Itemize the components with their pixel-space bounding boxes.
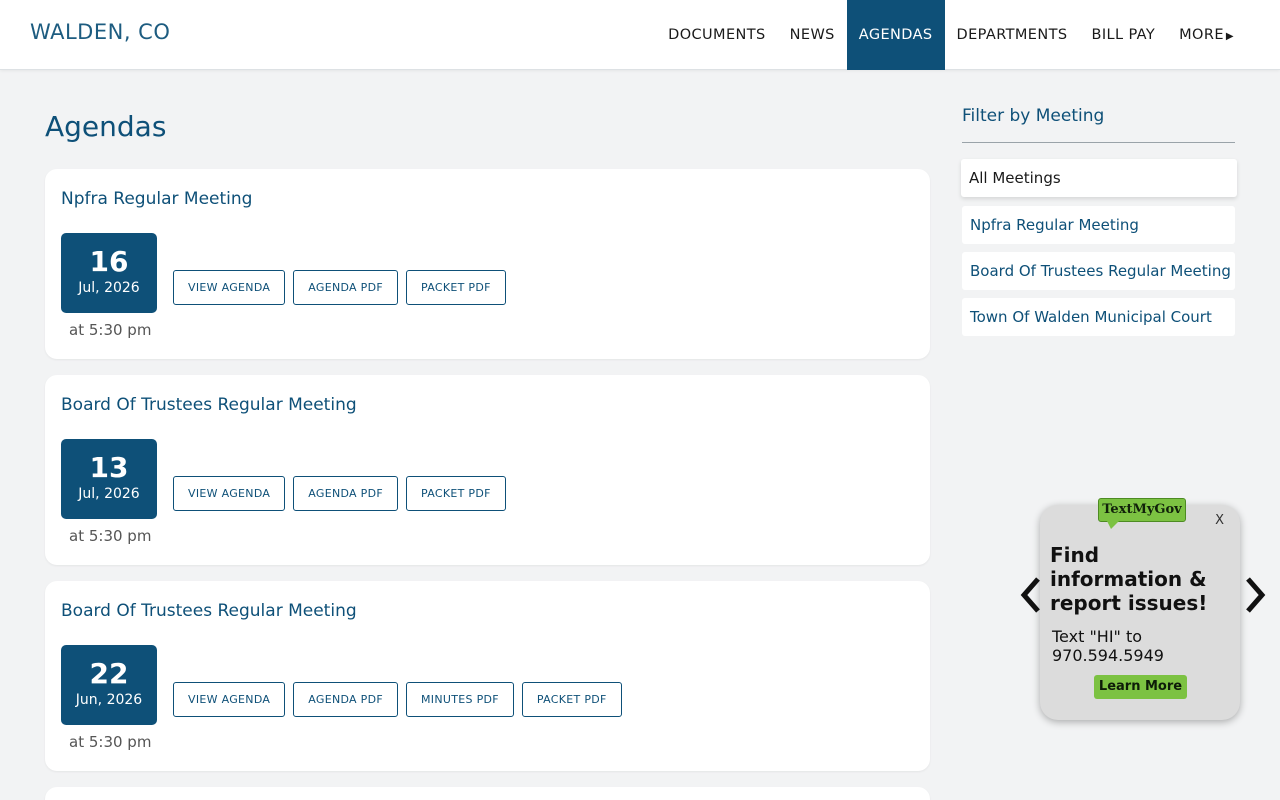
agenda-pdf-button[interactable]: AGENDA PDF: [293, 270, 398, 305]
meeting-time: at 5:30 pm: [69, 733, 152, 751]
site-title[interactable]: WALDEN, CO: [30, 20, 170, 44]
date-day: 16: [89, 245, 129, 278]
meeting-actions: VIEW AGENDA AGENDA PDF PACKET PDF: [173, 476, 506, 511]
packet-pdf-button[interactable]: PACKET PDF: [406, 476, 506, 511]
meeting-card: Board Of Trustees Regular Meeting 22 Jun…: [45, 581, 930, 771]
date-badge: 16 Jul, 2026: [61, 233, 157, 313]
meeting-title[interactable]: Board Of Trustees Regular Meeting: [61, 601, 357, 621]
agenda-pdf-button[interactable]: AGENDA PDF: [293, 476, 398, 511]
main-nav: DOCUMENTS NEWS AGENDAS DEPARTMENTS BILL …: [656, 0, 1246, 70]
date-month-year: Jul, 2026: [78, 486, 140, 502]
chevron-right-icon[interactable]: [1242, 573, 1268, 617]
meeting-card: Board Of Trustees Regular Meeting 13 Jul…: [45, 375, 930, 565]
textmygov-logo: TextMyGov: [1098, 498, 1186, 529]
meeting-card-partial: [45, 787, 930, 800]
site-header: WALDEN, CO DOCUMENTS NEWS AGENDAS DEPART…: [0, 0, 1280, 70]
minutes-pdf-button[interactable]: MINUTES PDF: [406, 682, 514, 717]
filter-title: Filter by Meeting: [962, 106, 1105, 126]
date-day: 22: [89, 657, 129, 690]
nav-news[interactable]: NEWS: [778, 0, 847, 70]
packet-pdf-button[interactable]: PACKET PDF: [521, 682, 622, 717]
meeting-card: Npfra Regular Meeting 16 Jul, 2026 at 5:…: [45, 169, 930, 359]
meeting-actions: VIEW AGENDA AGENDA PDF PACKET PDF: [173, 270, 506, 305]
date-badge: 13 Jul, 2026: [61, 439, 157, 519]
nav-more[interactable]: MORE ▶: [1167, 0, 1246, 70]
agenda-pdf-button[interactable]: AGENDA PDF: [293, 682, 398, 717]
nav-documents[interactable]: DOCUMENTS: [656, 0, 778, 70]
date-badge: 22 Jun, 2026: [61, 645, 157, 725]
date-month-year: Jun, 2026: [75, 692, 143, 708]
meeting-title[interactable]: Board Of Trustees Regular Meeting: [61, 395, 357, 415]
meeting-time: at 5:30 pm: [69, 527, 152, 545]
widget-headline: Find information & report issues!: [1050, 543, 1208, 615]
date-day: 13: [89, 451, 129, 484]
learn-more-button[interactable]: Learn More: [1094, 675, 1187, 699]
textmygov-widget: TextMyGov X Find information & report is…: [1040, 498, 1240, 720]
meeting-title[interactable]: Npfra Regular Meeting: [61, 189, 252, 209]
nav-departments[interactable]: DEPARTMENTS: [945, 0, 1080, 70]
meeting-actions: VIEW AGENDA AGENDA PDF MINUTES PDF PACKE…: [173, 682, 622, 717]
packet-pdf-button[interactable]: PACKET PDF: [406, 270, 506, 305]
page-title: Agendas: [45, 110, 167, 143]
filter-municipal-court[interactable]: Town Of Walden Municipal Court: [962, 298, 1235, 336]
widget-text: Text "HI" to 970.594.5949: [1052, 627, 1164, 665]
nav-agendas[interactable]: AGENDAS: [846, 0, 945, 70]
date-month-year: Jul, 2026: [78, 280, 140, 296]
filter-npfra-regular-meeting[interactable]: Npfra Regular Meeting: [962, 206, 1235, 244]
filter-divider: [962, 142, 1235, 143]
filter-board-of-trustees[interactable]: Board Of Trustees Regular Meeting: [962, 252, 1235, 290]
filter-all-meetings[interactable]: All Meetings: [961, 159, 1237, 197]
nav-bill-pay[interactable]: BILL PAY: [1079, 0, 1167, 70]
view-agenda-button[interactable]: VIEW AGENDA: [173, 270, 286, 305]
meeting-time: at 5:30 pm: [69, 321, 152, 339]
view-agenda-button[interactable]: VIEW AGENDA: [173, 476, 286, 511]
nav-more-label: MORE: [1179, 27, 1224, 43]
view-agenda-button[interactable]: VIEW AGENDA: [173, 682, 286, 717]
close-button[interactable]: X: [1215, 513, 1224, 528]
caret-right-icon: ▶: [1225, 31, 1234, 42]
